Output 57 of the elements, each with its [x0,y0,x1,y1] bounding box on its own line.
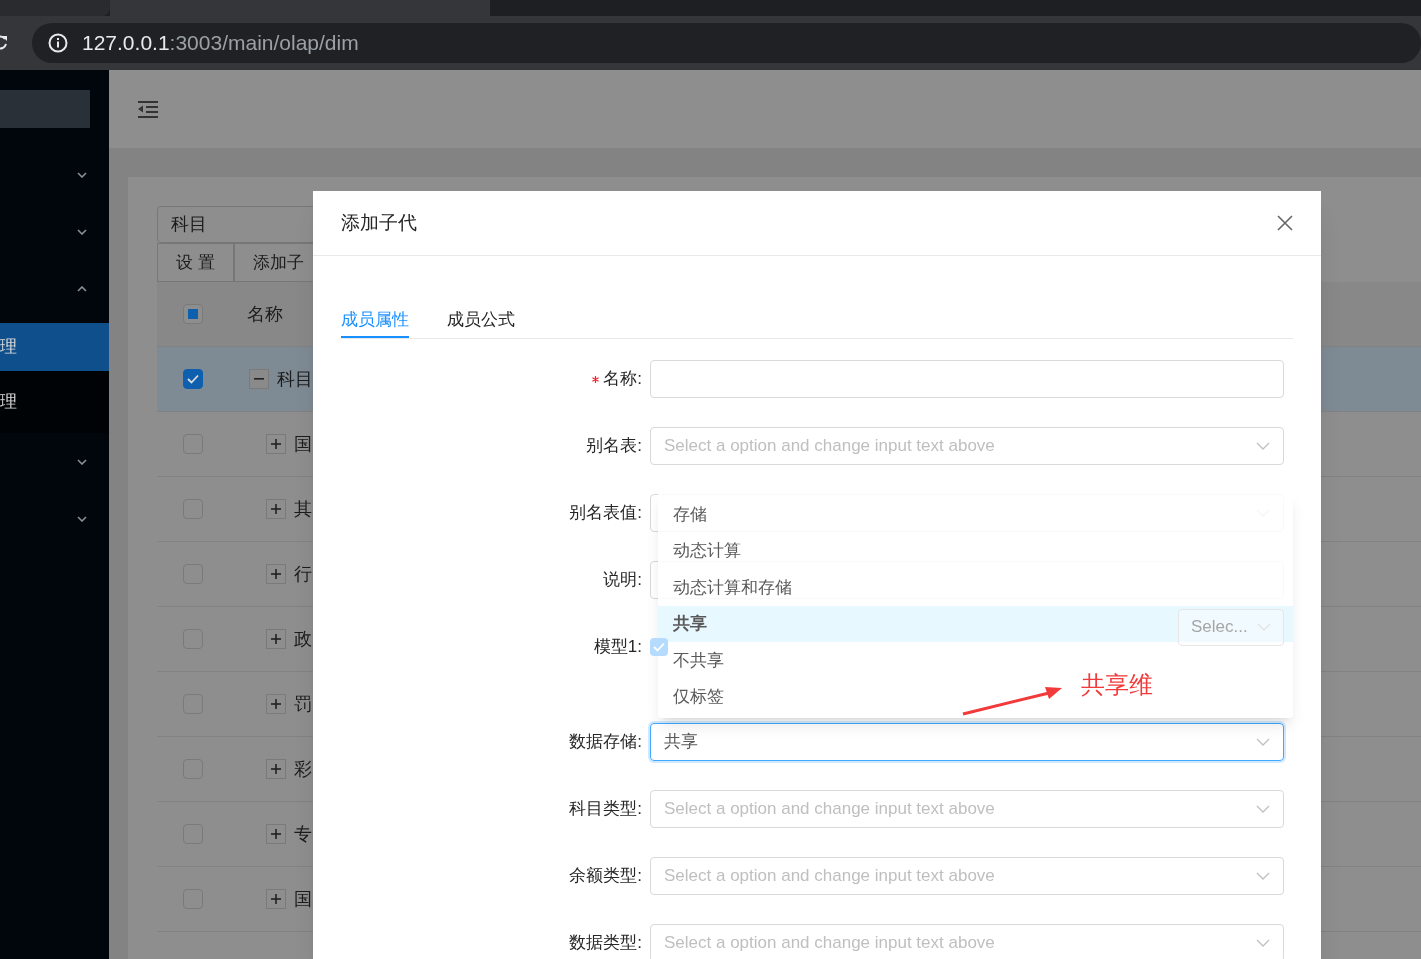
field-label: 说明: [603,569,642,592]
url-text: 127.0.0.1:3003/main/olap/dim [82,30,359,57]
dropdown-option[interactable]: 动态计算 [658,532,756,569]
expand-icon[interactable] [266,629,286,649]
dropdown-option[interactable]: 动态计算和存储 [658,569,807,606]
table-cell-text: 政 [294,627,312,651]
checkbox[interactable] [183,304,203,324]
chevron-down-icon[interactable] [77,171,87,178]
expand-icon[interactable] [266,889,286,909]
menu-fold-icon[interactable] [138,100,158,118]
checkbox[interactable] [650,638,668,656]
sidebar-menu-item[interactable]: 理 [0,371,109,433]
select-field[interactable]: 共享 [650,723,1284,761]
chevron-up-icon[interactable] [77,285,87,292]
chevron-down-icon[interactable] [77,458,87,465]
table-cell-text: 其 [294,497,312,521]
expand-icon[interactable] [266,824,286,844]
table-cell-text: 彩 [294,757,312,781]
expand-icon[interactable] [266,759,286,779]
info-icon[interactable] [48,33,68,53]
chevron-down-icon[interactable] [77,228,87,235]
field-label: 模型1: [593,636,642,659]
column-header: 名称 [247,302,283,326]
dropdown-option[interactable]: 不共享 [658,642,739,679]
table-cell-text: 专 [294,822,312,846]
expand-icon[interactable] [266,694,286,714]
field-label: 别名表值: [569,502,642,525]
tab[interactable]: 成员属性 [341,291,409,338]
dropdown-option[interactable]: 仅标签 [658,678,739,715]
table-cell-text: 科目 [277,367,313,391]
expand-icon[interactable] [266,499,286,519]
checkbox[interactable] [183,369,203,389]
field-label: 别名表: [586,435,642,458]
chevron-down-icon[interactable] [77,515,87,522]
dropdown-option[interactable]: 存储 [658,496,722,533]
table-cell-text: 行 [294,562,312,586]
annotation-text: 共享维 [1081,670,1153,700]
sidebar-menu-item[interactable]: 理 [0,323,109,371]
expand-icon[interactable] [266,564,286,584]
input-field[interactable] [650,360,1284,398]
table-cell-text: 罚 [294,692,312,716]
field-label: 科目类型: [569,798,642,821]
field-label: 数据类型: [569,932,642,955]
table-cell-text: 国 [294,432,312,456]
tab[interactable]: 成员公式 [447,291,515,338]
field-label: 名称: [603,368,642,391]
close-icon[interactable] [1277,215,1293,231]
field-label: 数据存储: [569,731,642,754]
field-label: 余额类型: [569,865,642,888]
expand-icon[interactable] [266,434,286,454]
table-cell-text: 国 [294,887,312,911]
check-icon [653,642,665,652]
dialog-title: 添加子代 [341,210,417,235]
check-icon [187,374,199,384]
collapse-icon[interactable] [249,369,269,389]
address-bar[interactable]: 127.0.0.1:3003/main/olap/dim [32,23,1421,63]
toolbar-button[interactable]: 设 置 [157,243,234,282]
